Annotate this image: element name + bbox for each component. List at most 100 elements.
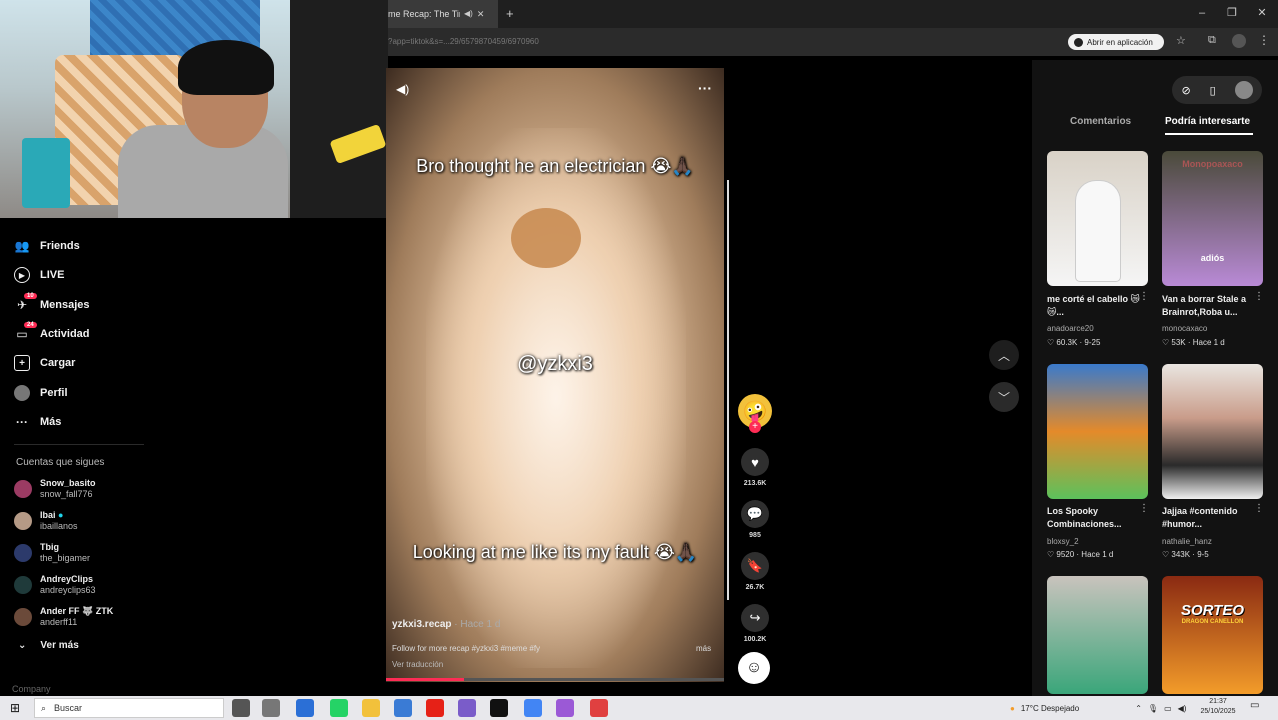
tab-comments[interactable]: Comentarios: [1070, 116, 1131, 127]
card-menu-icon[interactable]: ⋮: [1254, 291, 1264, 302]
clock-time: 21:37: [1209, 698, 1227, 705]
tab-recommended[interactable]: Podría interesarte: [1165, 116, 1250, 127]
windows-start-icon[interactable]: ⊞: [0, 696, 30, 720]
file-explorer-icon[interactable]: [362, 699, 380, 717]
video-author-row[interactable]: yzkxi3.recap · Hace 1 d: [392, 619, 500, 630]
video-progress-bar[interactable]: [386, 678, 724, 681]
save-count: 26.7K: [745, 584, 765, 591]
save-button[interactable]: 🔖 26.7K: [736, 552, 774, 591]
video-card-author[interactable]: monocaxaco: [1162, 324, 1207, 333]
next-video-button[interactable]: ﹀: [989, 382, 1019, 412]
account-name-row: Ibai ●: [40, 510, 78, 521]
system-tray: ● 17°C Despejado ⌃ 🎙 ▭ ◀): [1010, 696, 1186, 720]
browser-menu-icon[interactable]: ⋮: [1258, 33, 1270, 47]
live-icon: ▶: [14, 267, 30, 283]
account-name: Tbig: [40, 542, 59, 552]
sidebar-item-friends[interactable]: 👥 Friends: [14, 235, 80, 257]
feed-scrollbar[interactable]: [727, 180, 729, 600]
app-icon: [1074, 37, 1083, 47]
sidebar-item-messages[interactable]: ✈ 10 Mensajes: [14, 293, 90, 316]
profile-avatar[interactable]: [1232, 34, 1246, 48]
widgets-icon[interactable]: [262, 699, 280, 717]
video-card-author[interactable]: nathalie_hanz: [1162, 537, 1212, 546]
clock[interactable]: 21:37 25/10/2025: [1196, 697, 1240, 717]
following-account[interactable]: Ander FF 🐺 ZTK anderff11: [14, 603, 113, 631]
taskbar-search[interactable]: ⌕ Buscar: [34, 698, 224, 718]
video-card-author[interactable]: bloxsy_2: [1047, 537, 1079, 546]
account-avatar[interactable]: [1234, 81, 1253, 99]
chrome-icon[interactable]: [524, 699, 542, 717]
card-menu-icon[interactable]: ⋮: [1139, 503, 1149, 514]
account-name: Ander FF 🐺 ZTK: [40, 606, 114, 616]
browser-tab[interactable]: me Recap: The Tim ◀) ✕: [388, 0, 498, 28]
chevron-down-icon: ⌄: [18, 640, 27, 651]
new-tab-button[interactable]: +: [506, 6, 514, 21]
comment-button[interactable]: 💬 985: [736, 500, 774, 539]
sidebar-item-upload[interactable]: + Cargar: [14, 352, 75, 374]
thumbnail-subtitle-text: DRAGON CANELLON: [1181, 619, 1244, 625]
video-card-thumbnail[interactable]: [1162, 364, 1263, 499]
video-options-icon[interactable]: ···: [698, 80, 712, 96]
youtube-icon[interactable]: [426, 699, 444, 717]
tray-chevron-icon[interactable]: ⌃: [1135, 704, 1142, 713]
company-link[interactable]: Company: [12, 684, 51, 694]
comment-count: 985: [749, 532, 761, 539]
minimize-button[interactable]: –: [1194, 5, 1210, 21]
like-button[interactable]: ♥ 213.6K: [736, 448, 774, 487]
video-card-thumbnail[interactable]: [1047, 364, 1148, 499]
sidebar-item-more[interactable]: ··· Más: [14, 411, 61, 433]
close-window-button[interactable]: ✕: [1254, 5, 1270, 21]
video-card-author[interactable]: anadoarce20: [1047, 324, 1094, 333]
url-text[interactable]: ?app=tiktok&s=...29/6579870459/6970960: [388, 34, 1068, 50]
more-link[interactable]: más: [696, 644, 711, 653]
maximize-button[interactable]: ❐: [1224, 5, 1240, 21]
weather-text[interactable]: 17°C Despejado: [1021, 704, 1079, 713]
task-view-icon[interactable]: [232, 699, 250, 717]
notifications-icon[interactable]: ▭: [1250, 700, 1259, 711]
comment-icon: 💬: [741, 500, 769, 528]
network-icon[interactable]: ▭: [1164, 704, 1172, 713]
video-card-stats: ♡ 60.3K · 9-25: [1047, 338, 1101, 347]
chevron-up-icon: ︿: [997, 348, 1010, 363]
tiktok-icon[interactable]: [490, 699, 508, 717]
sidebar-item-profile[interactable]: Perfil: [14, 382, 68, 404]
video-card-thumbnail[interactable]: SORTEO DRAGON CANELLON: [1162, 576, 1263, 694]
video-card-thumbnail[interactable]: Monopoaxaco adiós: [1162, 151, 1263, 286]
open-in-app-button[interactable]: Abrir en aplicación: [1068, 34, 1164, 50]
microphone-icon[interactable]: 🎙: [1148, 704, 1158, 713]
whatsapp-icon[interactable]: [330, 699, 348, 717]
music-disc-icon[interactable]: ☺: [738, 652, 770, 684]
app-icon[interactable]: [556, 699, 574, 717]
following-account[interactable]: Tbig the_bigamer: [14, 539, 90, 567]
no-captions-icon[interactable]: ⊘: [1181, 84, 1190, 97]
volume-icon[interactable]: ◀): [1178, 704, 1187, 713]
see-more-button[interactable]: ⌄ Ver más: [18, 640, 79, 651]
previous-video-button[interactable]: ︿: [989, 340, 1019, 370]
mail-icon[interactable]: [296, 699, 314, 717]
bookmark-star-icon[interactable]: ☆: [1176, 34, 1186, 47]
following-account[interactable]: Ibai ● ibaillanos: [14, 507, 78, 535]
video-card-thumbnail[interactable]: [1047, 576, 1148, 694]
volume-icon[interactable]: ◀): [396, 82, 409, 96]
sidebar-item-live[interactable]: ▶ LIVE: [14, 264, 64, 286]
following-account[interactable]: Snow_basito snow_fall776: [14, 475, 96, 503]
app-icon[interactable]: [394, 699, 412, 717]
video-cat-face: [511, 208, 581, 268]
webcam-shelf: [290, 0, 388, 218]
following-account[interactable]: AndreyClips andreyclips63: [14, 571, 96, 599]
app-icon[interactable]: [590, 699, 608, 717]
card-menu-icon[interactable]: ⋮: [1139, 291, 1149, 302]
translate-link[interactable]: Ver traducción: [392, 660, 443, 669]
share-button[interactable]: ↪ 100.2K: [736, 604, 774, 643]
account-handle: snow_fall776: [40, 489, 93, 499]
card-menu-icon[interactable]: ⋮: [1254, 503, 1264, 514]
close-tab-icon[interactable]: ✕: [477, 0, 485, 28]
speaker-icon[interactable]: ◀): [464, 0, 473, 28]
video-card-thumbnail[interactable]: [1047, 151, 1148, 286]
follow-plus-icon[interactable]: +: [749, 421, 761, 433]
sidebar-item-activity[interactable]: ▭ 24 Actividad: [14, 322, 90, 345]
app-icon[interactable]: [458, 699, 476, 717]
extensions-icon[interactable]: ⧉: [1208, 34, 1216, 47]
video-player[interactable]: Bro thought he an electrician 😭🙏🏿 @yzkxi…: [386, 68, 724, 682]
device-icon[interactable]: ▯: [1210, 84, 1216, 97]
